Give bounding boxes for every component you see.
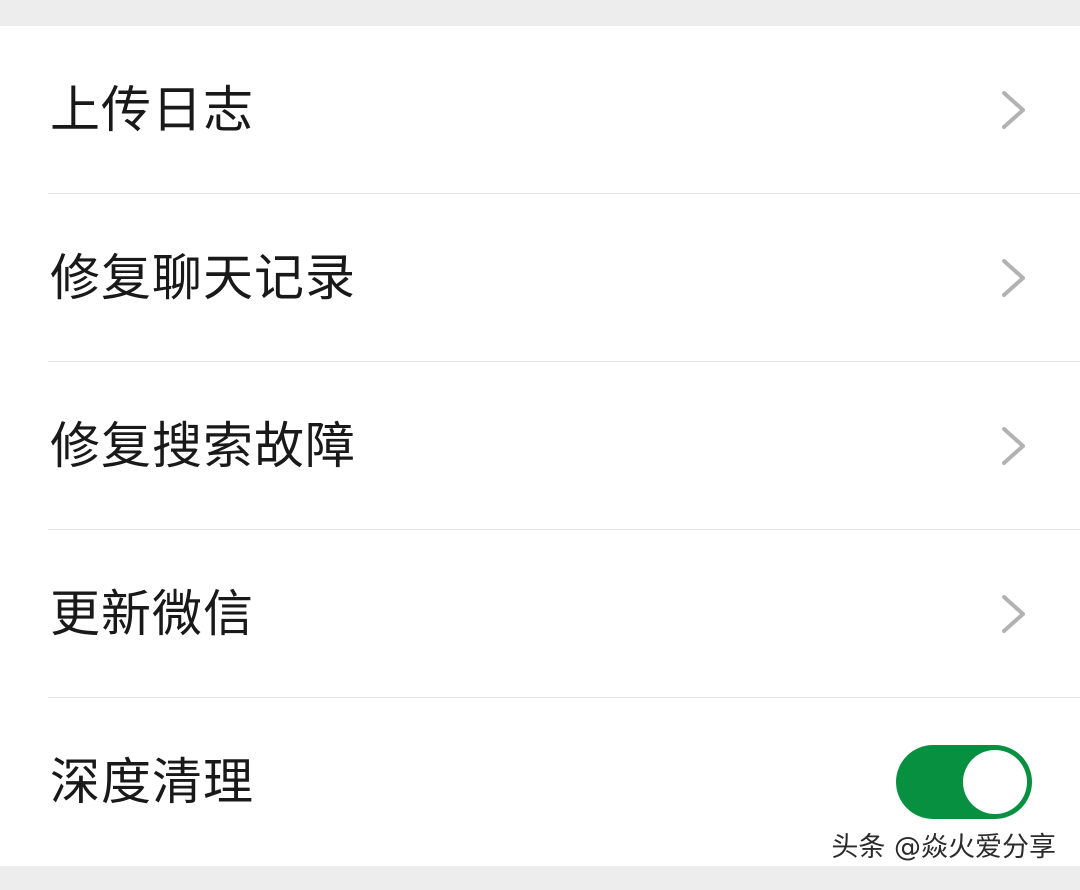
settings-item-label: 深度清理 — [50, 753, 254, 811]
settings-item-repair-search[interactable]: 修复搜索故障 — [0, 362, 1080, 530]
chevron-right-icon — [1002, 595, 1025, 633]
settings-list: 上传日志 修复聊天记录 修复搜索故障 更新微信 深度清理 — [0, 26, 1080, 866]
settings-item-update-wechat[interactable]: 更新微信 — [0, 530, 1080, 698]
watermark-text: 头条 @焱火爱分享 — [831, 832, 1056, 863]
settings-item-label: 上传日志 — [50, 81, 254, 139]
deep-clean-toggle[interactable] — [896, 745, 1032, 819]
chevron-right-icon — [1002, 427, 1025, 465]
toggle-knob — [963, 750, 1027, 814]
bottom-background-strip — [0, 866, 1080, 890]
settings-item-label: 修复搜索故障 — [50, 417, 356, 475]
top-background-strip — [0, 0, 1080, 26]
chevron-right-icon — [1002, 259, 1025, 297]
chevron-right-icon — [1002, 91, 1025, 129]
settings-item-upload-log[interactable]: 上传日志 — [0, 26, 1080, 194]
settings-item-repair-chat-history[interactable]: 修复聊天记录 — [0, 194, 1080, 362]
settings-item-label: 更新微信 — [50, 585, 254, 643]
settings-item-label: 修复聊天记录 — [50, 249, 356, 307]
